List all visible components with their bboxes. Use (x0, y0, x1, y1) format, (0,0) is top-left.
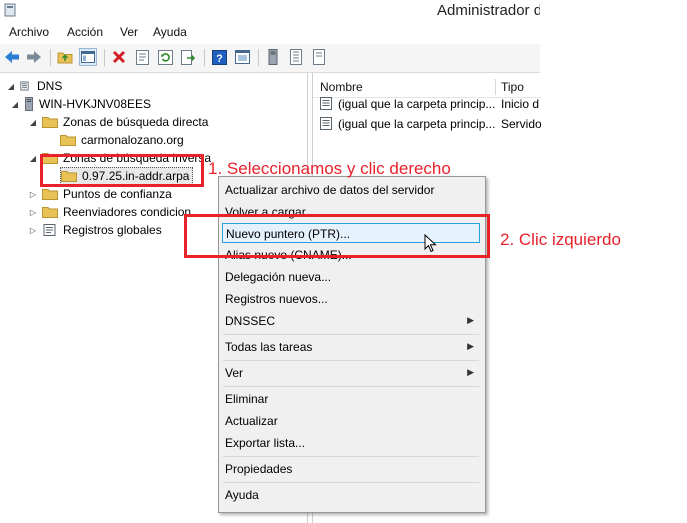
toolbar-separator (50, 49, 51, 66)
menu-ayuda[interactable]: Ayuda (153, 25, 187, 39)
delete-icon[interactable] (110, 48, 128, 66)
annotation-box-step2 (184, 214, 490, 258)
collapse-icon[interactable]: ◢ (28, 153, 38, 163)
back-arrow-icon[interactable] (3, 48, 21, 66)
menu-separator (223, 334, 479, 335)
menu-item-delete[interactable]: Eliminar (222, 389, 480, 409)
svg-text:?: ? (216, 53, 223, 65)
folder-icon (42, 207, 58, 218)
annotation-box-step1 (40, 154, 204, 187)
server-list-icon[interactable] (287, 48, 305, 66)
record-icon (320, 117, 332, 130)
menu-item-properties[interactable]: Propiedades (222, 459, 480, 479)
server-icon (25, 97, 33, 111)
tree-node-trust-points[interactable]: ▷ Puntos de confianza (28, 185, 172, 203)
background-region (540, 0, 687, 73)
menu-ver[interactable]: Ver (120, 25, 138, 39)
tree-node-forward-zones[interactable]: ◢ Zonas de búsqueda directa (28, 113, 209, 131)
menu-item-new-records[interactable]: Registros nuevos... (222, 289, 480, 309)
column-header-type[interactable]: Tipo (501, 80, 524, 94)
expand-icon[interactable]: ▷ (28, 225, 38, 235)
collapse-icon[interactable]: ◢ (6, 81, 16, 91)
tree-node-forwarders[interactable]: ▷ Reenviadores condicion (28, 203, 191, 221)
list-item[interactable]: (igual que la carpeta princip... Servido… (313, 114, 541, 134)
record-name: (igual que la carpeta princip... (338, 97, 496, 111)
tree-label: DNS (37, 79, 63, 93)
folder-icon (42, 117, 58, 128)
tree-label: WIN-HVKJNV08EES (39, 97, 152, 111)
folder-icon (42, 189, 58, 200)
forward-arrow-icon[interactable] (25, 48, 43, 66)
record-icon (320, 97, 332, 110)
file-icon[interactable] (310, 48, 328, 66)
column-divider[interactable] (495, 79, 496, 95)
menu-item-new-delegation[interactable]: Delegación nueva... (222, 267, 480, 287)
menu-separator (223, 386, 479, 387)
menu-item-dnssec[interactable]: DNSSEC ▶ (222, 311, 480, 331)
collapse-icon[interactable]: ◢ (10, 99, 20, 109)
menu-item-all-tasks[interactable]: Todas las tareas ▶ (222, 337, 480, 357)
annotation-step2: 2. Clic izquierdo (500, 230, 621, 249)
up-folder-icon[interactable] (56, 48, 74, 66)
column-header-name[interactable]: Nombre (320, 80, 363, 94)
annotation-step1: 1. Seleccionamos y clic derecho (208, 159, 451, 178)
record-type: Inicio d (501, 97, 540, 111)
properties-icon[interactable] (133, 48, 151, 66)
server-icon[interactable] (264, 48, 282, 66)
console-tree-icon[interactable] (79, 48, 97, 66)
record-name: (igual que la carpeta princip... (338, 117, 496, 131)
expand-icon[interactable]: ▷ (28, 189, 38, 199)
menu-item-help[interactable]: Ayuda (222, 485, 480, 505)
view-icon[interactable] (233, 48, 251, 66)
submenu-arrow-icon: ▶ (467, 341, 474, 351)
title-bar: Administrador d (0, 0, 543, 22)
collapse-icon[interactable]: ◢ (28, 117, 38, 127)
log-icon (43, 224, 56, 236)
tree-label: Puntos de confianza (63, 187, 172, 201)
tree-label: Reenviadores condicion (63, 205, 192, 219)
toolbar-separator (104, 49, 105, 66)
toolbar: ? (0, 44, 540, 73)
dns-icon (20, 81, 29, 91)
tree-node-server[interactable]: ◢ WIN-HVKJNV08EES (10, 95, 151, 113)
window-title: Administrador d (437, 2, 543, 19)
menu-separator (223, 456, 479, 457)
tree-label: Zonas de búsqueda directa (63, 115, 209, 129)
menu-accion[interactable]: Acción (67, 25, 103, 39)
menu-bar: Archivo Acción Ver Ayuda (0, 22, 540, 45)
menu-item-view[interactable]: Ver ▶ (222, 363, 480, 383)
mouse-cursor-icon (424, 234, 437, 253)
record-type: Servidor (501, 117, 541, 131)
menu-separator (223, 360, 479, 361)
toolbar-separator (258, 49, 259, 66)
menu-item-refresh[interactable]: Actualizar (222, 411, 480, 431)
list-item[interactable]: (igual que la carpeta princip... Inicio … (313, 94, 541, 114)
tree-label: carmonalozano.org (81, 133, 184, 147)
menu-separator (223, 482, 479, 483)
submenu-arrow-icon: ▶ (467, 367, 474, 377)
tree-label: Registros globales (63, 223, 162, 237)
app-icon (4, 3, 16, 17)
menu-item-update-server-data[interactable]: Actualizar archivo de datos del servidor (222, 180, 480, 200)
refresh-icon[interactable] (156, 48, 174, 66)
tree-node-dns[interactable]: ◢ DNS (6, 77, 62, 95)
zone-folder-icon (60, 135, 76, 146)
tree-node-forward-zone-item[interactable]: carmonalozano.org (60, 131, 184, 149)
submenu-arrow-icon: ▶ (467, 315, 474, 325)
toolbar-separator (204, 49, 205, 66)
menu-archivo[interactable]: Archivo (9, 25, 49, 39)
expand-icon[interactable]: ▷ (28, 207, 38, 217)
help-icon[interactable]: ? (210, 48, 228, 66)
tree-node-global-logs[interactable]: ▷ Registros globales (28, 221, 162, 239)
menu-item-export-list[interactable]: Exportar lista... (222, 433, 480, 453)
export-icon[interactable] (179, 48, 197, 66)
